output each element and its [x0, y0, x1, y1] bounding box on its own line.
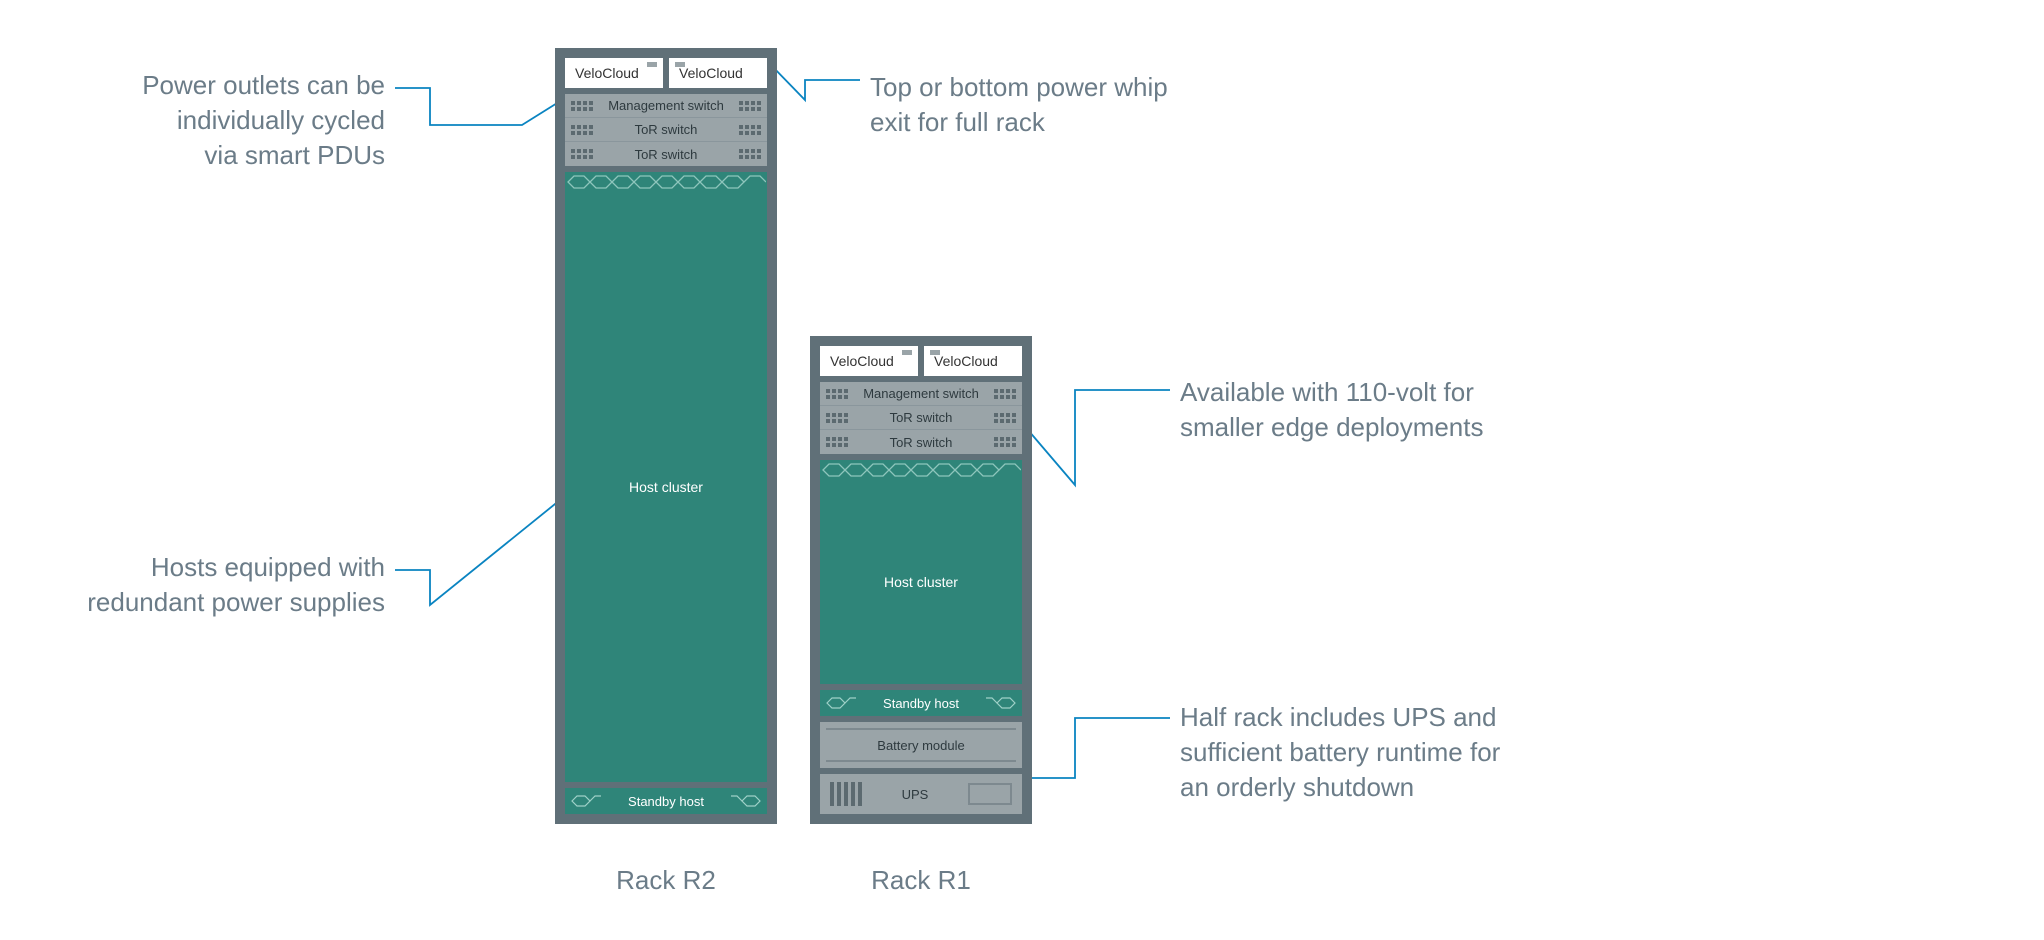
callout-hosts: Hosts equipped with redundant power supp… — [45, 550, 385, 620]
standby-label: Standby host — [856, 696, 986, 711]
leader-pdu — [395, 88, 562, 125]
ports-icon — [739, 101, 761, 111]
led-icon — [902, 350, 912, 355]
tor-switch: ToR switch — [820, 430, 1022, 454]
callout-ups: Half rack includes UPS and sufficient ba… — [1180, 700, 1650, 805]
switch-stack: Management switch ToR switch ToR switch — [820, 382, 1022, 454]
velocloud-device: VeloCloud — [565, 58, 663, 88]
rack-r1-caption: Rack R1 — [810, 865, 1032, 896]
hex-icon — [731, 794, 761, 808]
standby-label: Standby host — [601, 794, 731, 809]
switch-label: Management switch — [593, 98, 739, 113]
rack-r1: VeloCloud VeloCloud Management switch To… — [810, 336, 1032, 824]
velocloud-label: VeloCloud — [934, 353, 998, 369]
ports-icon — [571, 149, 593, 159]
host-cluster: Host cluster — [820, 460, 1022, 684]
rack-r2: VeloCloud VeloCloud Management switch To… — [555, 48, 777, 824]
ports-icon — [994, 389, 1016, 399]
velocloud-device: VeloCloud — [820, 346, 918, 376]
velocloud-label: VeloCloud — [830, 353, 894, 369]
battery-module: Battery module — [820, 722, 1022, 768]
led-icon — [647, 62, 657, 67]
tor-switch: ToR switch — [820, 406, 1022, 430]
ups-unit: UPS — [820, 774, 1022, 814]
tor-switch: ToR switch — [565, 118, 767, 142]
ports-icon — [739, 125, 761, 135]
ports-icon — [571, 125, 593, 135]
led-icon — [930, 350, 940, 355]
ports-icon — [571, 101, 593, 111]
ports-icon — [826, 389, 848, 399]
led-icon — [675, 62, 685, 67]
leader-hosts — [395, 500, 560, 605]
hex-icon — [571, 794, 601, 808]
battery-label: Battery module — [877, 738, 964, 753]
rack-r2-caption: Rack R2 — [555, 865, 777, 896]
callout-volt: Available with 110-volt for smaller edge… — [1180, 375, 1600, 445]
ports-icon — [826, 437, 848, 447]
ports-icon — [994, 437, 1016, 447]
velocloud-device: VeloCloud — [924, 346, 1022, 376]
switch-label: Management switch — [848, 386, 994, 401]
ports-icon — [826, 413, 848, 423]
host-cluster: Host cluster — [565, 172, 767, 782]
tor-switch: ToR switch — [565, 142, 767, 166]
management-switch: Management switch — [820, 382, 1022, 406]
velocloud-device: VeloCloud — [669, 58, 767, 88]
ports-icon — [739, 149, 761, 159]
velocloud-label: VeloCloud — [575, 65, 639, 81]
leader-volt — [1028, 390, 1170, 485]
switch-label: ToR switch — [848, 435, 994, 450]
leader-ups — [1028, 718, 1170, 778]
switch-label: ToR switch — [593, 122, 739, 137]
hex-icon — [986, 696, 1016, 710]
cluster-label: Host cluster — [629, 479, 703, 495]
ports-icon — [994, 413, 1016, 423]
switch-label: ToR switch — [848, 410, 994, 425]
hex-icon — [826, 696, 856, 710]
velocloud-label: VeloCloud — [679, 65, 743, 81]
management-switch: Management switch — [565, 94, 767, 118]
velocloud-row: VeloCloud VeloCloud — [820, 346, 1022, 376]
velocloud-row: VeloCloud VeloCloud — [565, 58, 767, 88]
standby-host: Standby host — [820, 690, 1022, 716]
standby-host: Standby host — [565, 788, 767, 814]
hex-pattern-icon — [565, 172, 767, 192]
callout-pdu: Power outlets can be individually cycled… — [80, 68, 385, 173]
switch-stack: Management switch ToR switch ToR switch — [565, 94, 767, 166]
vents-icon — [830, 782, 862, 806]
hex-pattern-icon — [820, 460, 1022, 480]
panel-icon — [968, 783, 1012, 805]
leader-whip — [770, 64, 860, 100]
ups-label: UPS — [882, 787, 948, 802]
cluster-label: Host cluster — [884, 574, 958, 590]
switch-label: ToR switch — [593, 147, 739, 162]
callout-whip: Top or bottom power whip exit for full r… — [870, 70, 1280, 140]
